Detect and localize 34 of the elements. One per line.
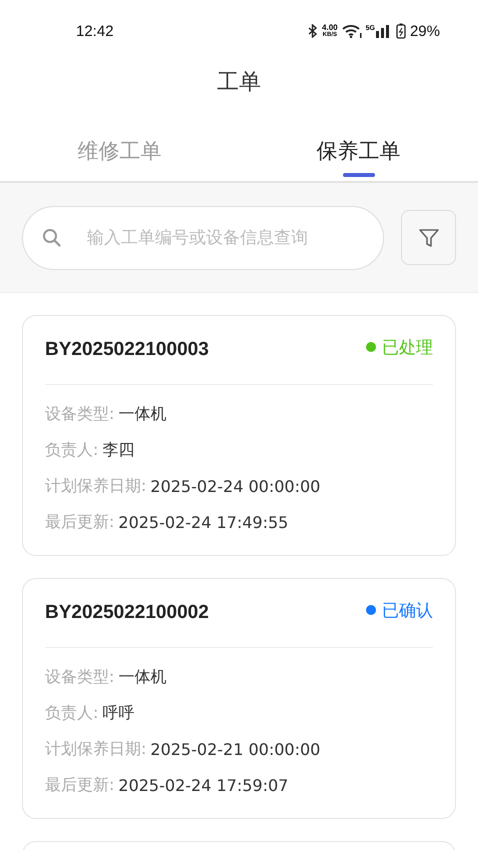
order-number: BY2025022100002 [45,602,209,624]
field-label: 负责人: [45,702,98,724]
field-value: 呼呼 [102,702,134,724]
field-value: 2025-02-24 17:49:55 [118,512,288,532]
filter-icon [418,226,440,248]
field-value: 一体机 [118,404,166,424]
field-label: 计划保养日期: [45,476,146,496]
order-card[interactable]: BY2025022100003 已处理 设备类型: 一体机 负责人: 李四 计划保养日期: 2025-02-24 00:00:00 最后更新: 2025-02-24 17:49:55 [22,315,456,556]
status-label: 已确认 [382,600,433,622]
field-label: 最后更新: [45,774,114,796]
battery-icon [396,23,406,39]
wifi-icon [342,24,362,38]
field-label: 设备类型: [45,404,114,424]
order-number: BY2025022100003 [45,339,209,361]
filter-button[interactable] [401,210,456,265]
tab[interactable]: 保养工单 [239,102,478,181]
order-card[interactable]: BY2025022100002 已确认 设备类型: 一体机 负责人: 呼呼 计划保养日期: 2025-02-21 00:00:00 最后更新: 2025-02-24 17:59:07 [22,578,456,819]
field-value: 2025-02-24 00:00:00 [150,476,320,496]
network-speed: 4.00 [322,24,338,32]
field-label: 设备类型: [45,666,114,688]
field-value: 2025-02-21 00:00:00 [150,740,320,758]
field-label: 最后更新: [45,512,114,532]
field-label: 负责人: [45,440,98,460]
status-time: 12:42 [76,22,114,40]
page-title: 工单 [217,69,261,97]
field-value: 一体机 [118,666,166,688]
search-field[interactable]: 输入工单编号或设备信息查询 [22,206,384,270]
status-label: 已处理 [382,336,433,358]
bluetooth-icon [308,24,318,38]
signal-icon [376,24,392,38]
field-value: 李四 [102,440,134,460]
battery-level: 29% [410,22,440,40]
field-value: 2025-02-24 17:59:07 [118,776,288,794]
field-label: 计划保养日期: [45,738,146,760]
